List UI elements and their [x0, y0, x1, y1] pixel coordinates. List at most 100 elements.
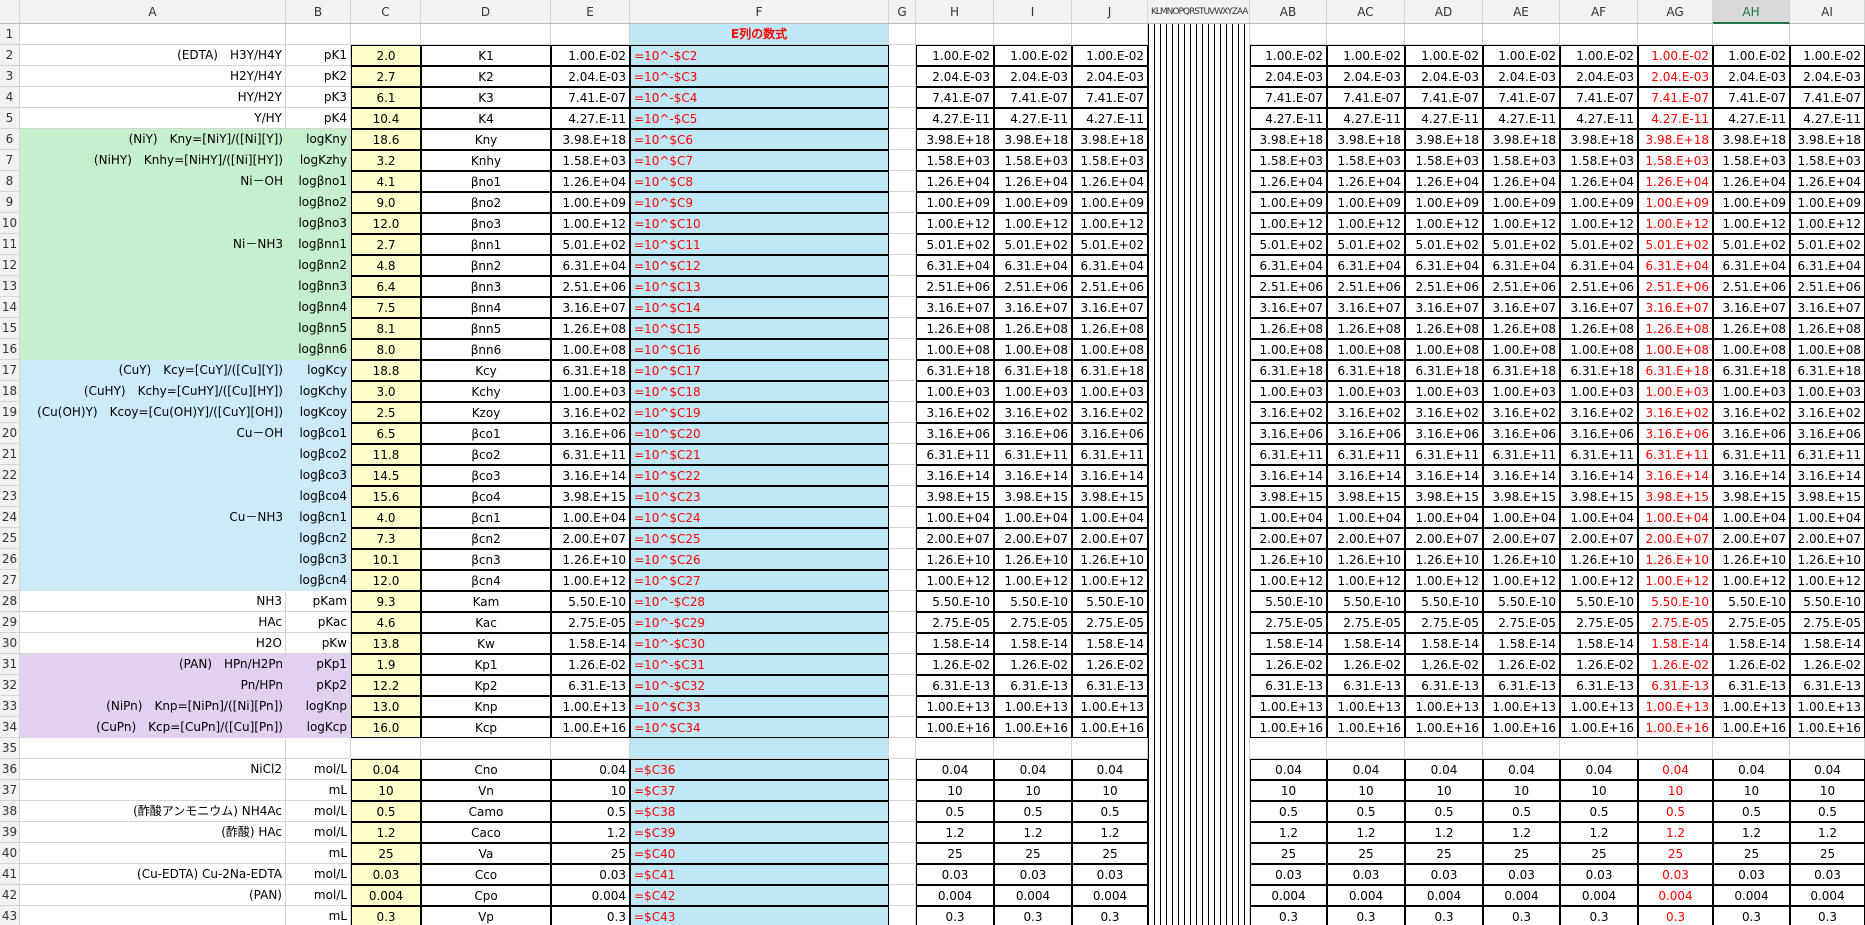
cell-e6[interactable]: 3.98.E+18 — [551, 129, 630, 150]
cell-j23[interactable]: 3.98.E+15 — [1072, 486, 1148, 507]
cell-c18[interactable]: 3.0 — [351, 381, 421, 402]
cell-h31[interactable]: 1.26.E-02 — [916, 654, 994, 675]
cell-b34[interactable]: logKcp — [286, 717, 351, 738]
cell-ae33[interactable]: 1.00.E+13 — [1483, 696, 1560, 717]
cell-af33[interactable]: 1.00.E+13 — [1560, 696, 1638, 717]
cell-af16[interactable]: 1.00.E+08 — [1560, 339, 1638, 360]
cell-e43[interactable]: 0.3 — [551, 906, 630, 925]
cell-ae41[interactable]: 0.03 — [1483, 864, 1560, 885]
cell-b11[interactable]: logβnn1 — [286, 234, 351, 255]
cell-d6[interactable]: Kny — [421, 129, 551, 150]
cell-b42[interactable]: mol/L — [286, 885, 351, 906]
cell-ac4[interactable]: 7.41.E-07 — [1327, 87, 1405, 108]
cell-f20[interactable]: =10^$C20 — [630, 423, 889, 444]
cell-ah36[interactable]: 0.04 — [1713, 759, 1790, 780]
cell-a23[interactable] — [20, 486, 286, 507]
cell-af14[interactable]: 3.16.E+07 — [1560, 297, 1638, 318]
cell-f25[interactable]: =10^$C25 — [630, 528, 889, 549]
cell-j39[interactable]: 1.2 — [1072, 822, 1148, 843]
cell-ai26[interactable]: 1.26.E+10 — [1790, 549, 1865, 570]
cell-ae15[interactable]: 1.26.E+08 — [1483, 318, 1560, 339]
cell-d24[interactable]: βcn1 — [421, 507, 551, 528]
cell-ah29[interactable]: 2.75.E-05 — [1713, 612, 1790, 633]
cell-h2[interactable]: 1.00.E-02 — [916, 45, 994, 66]
row-header-5[interactable]: 5 — [0, 108, 20, 129]
cell-j17[interactable]: 6.31.E+18 — [1072, 360, 1148, 381]
row-header-8[interactable]: 8 — [0, 171, 20, 192]
row-header-30[interactable]: 30 — [0, 633, 20, 654]
cell-ai8[interactable]: 1.26.E+04 — [1790, 171, 1865, 192]
cell-c31[interactable]: 1.9 — [351, 654, 421, 675]
cell-h23[interactable]: 3.98.E+15 — [916, 486, 994, 507]
cell-d30[interactable]: Kw — [421, 633, 551, 654]
cell-f9[interactable]: =10^$C9 — [630, 192, 889, 213]
cell-f41[interactable]: =$C41 — [630, 864, 889, 885]
cell-ah32[interactable]: 6.31.E-13 — [1713, 675, 1790, 696]
cell-ac33[interactable]: 1.00.E+13 — [1327, 696, 1405, 717]
cell-ac16[interactable]: 1.00.E+08 — [1327, 339, 1405, 360]
cell-ai43[interactable]: 0.3 — [1790, 906, 1865, 925]
cell-i19[interactable]: 3.16.E+02 — [994, 402, 1072, 423]
cell-af40[interactable]: 25 — [1560, 843, 1638, 864]
cell-ae40[interactable]: 25 — [1483, 843, 1560, 864]
cell-ae34[interactable]: 1.00.E+16 — [1483, 717, 1560, 738]
cell-ah37[interactable]: 10 — [1713, 780, 1790, 801]
cell-ae24[interactable]: 1.00.E+04 — [1483, 507, 1560, 528]
cell-f31[interactable]: =10^-$C31 — [630, 654, 889, 675]
cell-ai24[interactable]: 1.00.E+04 — [1790, 507, 1865, 528]
cell-af39[interactable]: 1.2 — [1560, 822, 1638, 843]
cell-ai19[interactable]: 3.16.E+02 — [1790, 402, 1865, 423]
cell-ac15[interactable]: 1.26.E+08 — [1327, 318, 1405, 339]
cell-ad26[interactable]: 1.26.E+10 — [1405, 549, 1483, 570]
cell-ai4[interactable]: 7.41.E-07 — [1790, 87, 1865, 108]
cell-f37[interactable]: =$C37 — [630, 780, 889, 801]
cell-c26[interactable]: 10.1 — [351, 549, 421, 570]
cell-af34[interactable]: 1.00.E+16 — [1560, 717, 1638, 738]
cell-g40[interactable] — [889, 843, 916, 864]
cell-ae3[interactable]: 2.04.E-03 — [1483, 66, 1560, 87]
cell-a4[interactable]: HY/H2Y — [20, 87, 286, 108]
row-header-4[interactable]: 4 — [0, 87, 20, 108]
cell-i36[interactable]: 0.04 — [994, 759, 1072, 780]
cell-d43[interactable]: Vp — [421, 906, 551, 925]
cell-e41[interactable]: 0.03 — [551, 864, 630, 885]
cell-g29[interactable] — [889, 612, 916, 633]
cell-ac25[interactable]: 2.00.E+07 — [1327, 528, 1405, 549]
cell-i26[interactable]: 1.26.E+10 — [994, 549, 1072, 570]
cell-d20[interactable]: βco1 — [421, 423, 551, 444]
cell-ag26[interactable]: 1.26.E+10 — [1638, 549, 1713, 570]
cell-b10[interactable]: logβno3 — [286, 213, 351, 234]
cell-h32[interactable]: 6.31.E-13 — [916, 675, 994, 696]
cell-ab38[interactable]: 0.5 — [1250, 801, 1327, 822]
cell-ag29[interactable]: 2.75.E-05 — [1638, 612, 1713, 633]
cell-h29[interactable]: 2.75.E-05 — [916, 612, 994, 633]
cell-ai33[interactable]: 1.00.E+13 — [1790, 696, 1865, 717]
cell-f11[interactable]: =10^$C11 — [630, 234, 889, 255]
cell-ad21[interactable]: 6.31.E+11 — [1405, 444, 1483, 465]
cell-ae28[interactable]: 5.50.E-10 — [1483, 591, 1560, 612]
cell-j24[interactable]: 1.00.E+04 — [1072, 507, 1148, 528]
row-header-42[interactable]: 42 — [0, 885, 20, 906]
cell-ah27[interactable]: 1.00.E+12 — [1713, 570, 1790, 591]
cell-ac11[interactable]: 5.01.E+02 — [1327, 234, 1405, 255]
cell-ag33[interactable]: 1.00.E+13 — [1638, 696, 1713, 717]
cell-j21[interactable]: 6.31.E+11 — [1072, 444, 1148, 465]
cell-ac21[interactable]: 6.31.E+11 — [1327, 444, 1405, 465]
cell-c7[interactable]: 3.2 — [351, 150, 421, 171]
cell-af12[interactable]: 6.31.E+04 — [1560, 255, 1638, 276]
cell-c24[interactable]: 4.0 — [351, 507, 421, 528]
cell-c20[interactable]: 6.5 — [351, 423, 421, 444]
cell-b39[interactable]: mol/L — [286, 822, 351, 843]
column-header-h[interactable]: H — [916, 0, 994, 24]
cell-ae26[interactable]: 1.26.E+10 — [1483, 549, 1560, 570]
cell-ah28[interactable]: 5.50.E-10 — [1713, 591, 1790, 612]
cell-ad9[interactable]: 1.00.E+09 — [1405, 192, 1483, 213]
cell-e34[interactable]: 1.00.E+16 — [551, 717, 630, 738]
cell-ad35[interactable] — [1405, 738, 1483, 759]
cell-ag5[interactable]: 4.27.E-11 — [1638, 108, 1713, 129]
cell-g18[interactable] — [889, 381, 916, 402]
cell-ae13[interactable]: 2.51.E+06 — [1483, 276, 1560, 297]
cell-e19[interactable]: 3.16.E+02 — [551, 402, 630, 423]
cell-d1[interactable] — [421, 24, 551, 45]
cell-ag11[interactable]: 5.01.E+02 — [1638, 234, 1713, 255]
